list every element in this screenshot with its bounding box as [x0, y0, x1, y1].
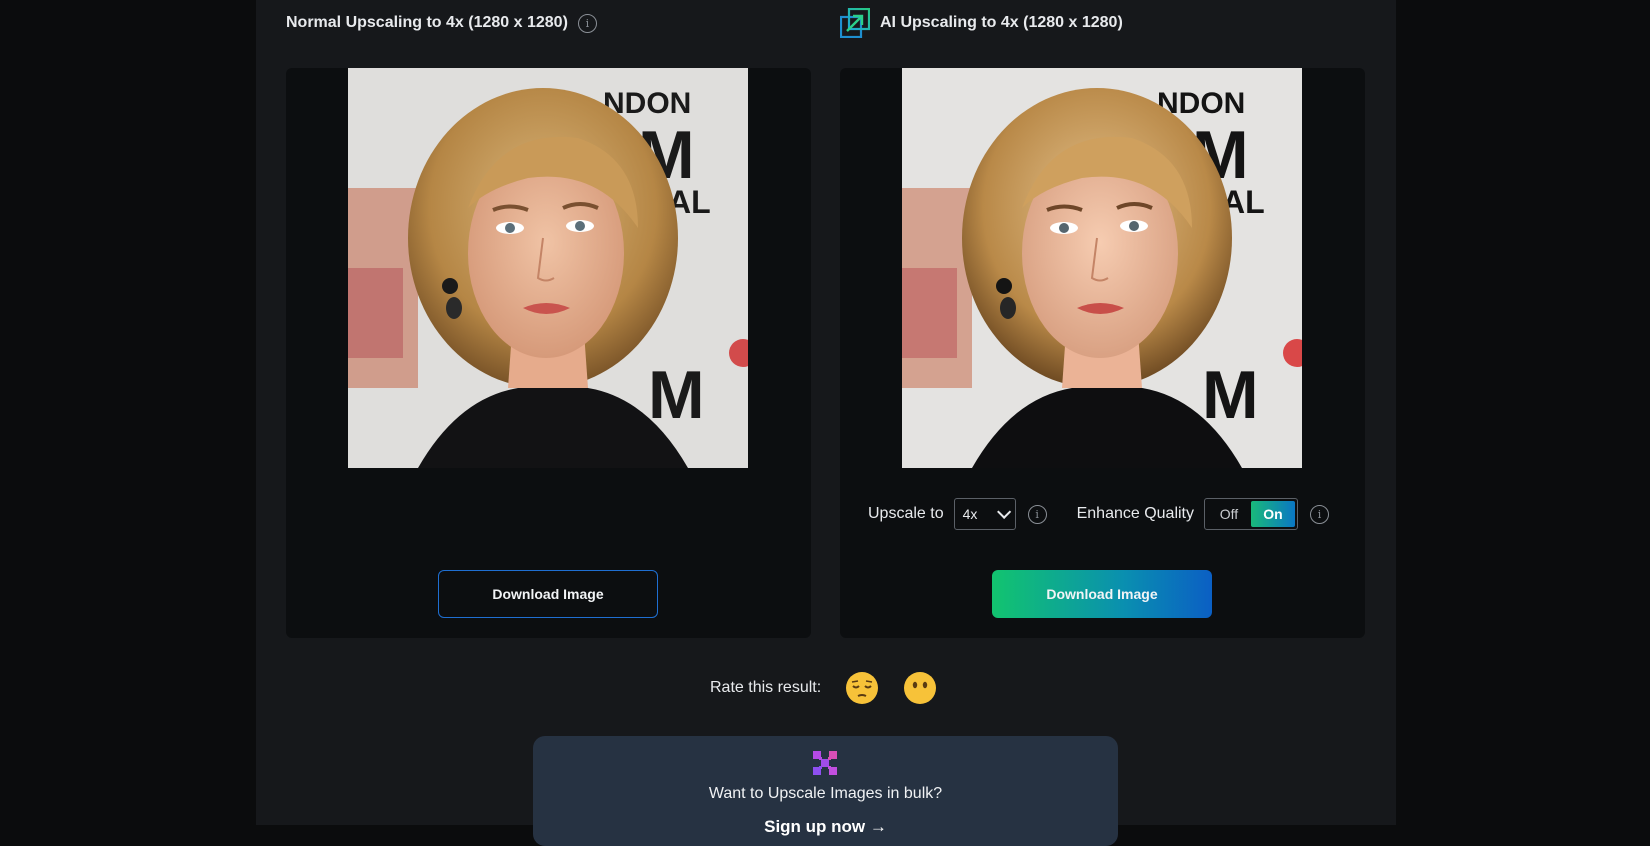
enhance-quality-toggle[interactable]: Off On [1204, 498, 1298, 530]
upscale-factor-value: 4x [962, 506, 978, 522]
portrait-image-enhanced: NDON M AL M [902, 68, 1302, 468]
ai-upscaled-photo: NDON M AL M [902, 68, 1302, 468]
normal-upscale-title: Normal Upscaling to 4x (1280 x 1280) i [286, 12, 597, 34]
sign-up-link[interactable]: Sign up now → [533, 817, 1118, 837]
upscale-controls: Upscale to 4x i Enhance Quality Off On i [868, 498, 1329, 530]
rating-row: Rate this result: [710, 668, 937, 708]
ai-upscale-logo-icon [840, 8, 870, 38]
info-icon[interactable]: i [577, 13, 597, 33]
face-without-mouth-icon[interactable] [903, 671, 937, 705]
upscale-factor-select[interactable]: 4x [953, 498, 1016, 530]
info-icon[interactable]: i [1027, 504, 1047, 524]
portrait-image: NDON M AL M [348, 68, 748, 468]
ai-upscale-title-text: AI Upscaling to 4x (1280 x 1280) [880, 14, 1123, 31]
toggle-on-option[interactable]: On [1251, 501, 1295, 527]
toggle-off-option[interactable]: Off [1207, 506, 1251, 522]
bulk-puzzle-icon [813, 751, 837, 775]
normal-upscaled-photo: NDON M AL M [348, 68, 748, 468]
bulk-upscale-text: Want to Upscale Images in bulk? [708, 785, 943, 802]
rating-label: Rate this result: [710, 679, 822, 696]
relieved-face-icon[interactable] [845, 671, 879, 705]
ai-upscale-panel: NDON M AL M Upscale to 4x i Enhance Qual… [840, 68, 1365, 638]
info-icon[interactable]: i [1310, 504, 1329, 524]
chevron-down-icon [996, 504, 1011, 519]
enhance-quality-label: Enhance Quality [1076, 505, 1194, 522]
upscale-to-label: Upscale to [868, 505, 944, 522]
normal-download-button[interactable]: Download Image [438, 570, 658, 618]
normal-upscale-panel: NDON M AL M Download Image [286, 68, 811, 638]
page-content: Normal Upscaling to 4x (1280 x 1280) i A… [256, 0, 1396, 846]
ai-upscale-title: AI Upscaling to 4x (1280 x 1280) [840, 8, 1123, 38]
normal-upscale-title-text: Normal Upscaling to 4x (1280 x 1280) [286, 14, 568, 31]
svg-text:M: M [1202, 357, 1259, 433]
svg-text:M: M [648, 357, 705, 433]
bulk-upscale-card: Want to Upscale Images in bulk? Sign up … [533, 736, 1118, 846]
ai-download-button[interactable]: Download Image [992, 570, 1212, 618]
